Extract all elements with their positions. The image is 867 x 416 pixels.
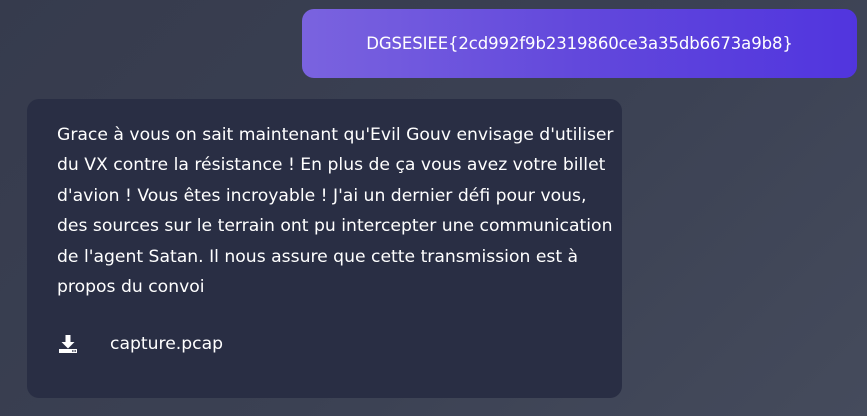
chat-area: DGSESIEE{2cd992f9b2319860ce3a35db6673a9b… bbox=[0, 0, 867, 416]
bot-message-text: Grace à vous on sait maintenant qu'Evil … bbox=[57, 125, 614, 298]
user-message-text: DGSESIEE{2cd992f9b2319860ce3a35db6673a9b… bbox=[366, 34, 793, 53]
bot-message-bubble: Grace à vous on sait maintenant qu'Evil … bbox=[27, 99, 622, 398]
attachment-file-name[interactable]: capture.pcap bbox=[110, 334, 223, 354]
user-message-bubble: DGSESIEE{2cd992f9b2319860ce3a35db6673a9b… bbox=[302, 9, 857, 78]
attachment-link[interactable]: capture.pcap bbox=[57, 331, 223, 357]
download-icon[interactable] bbox=[57, 333, 79, 355]
